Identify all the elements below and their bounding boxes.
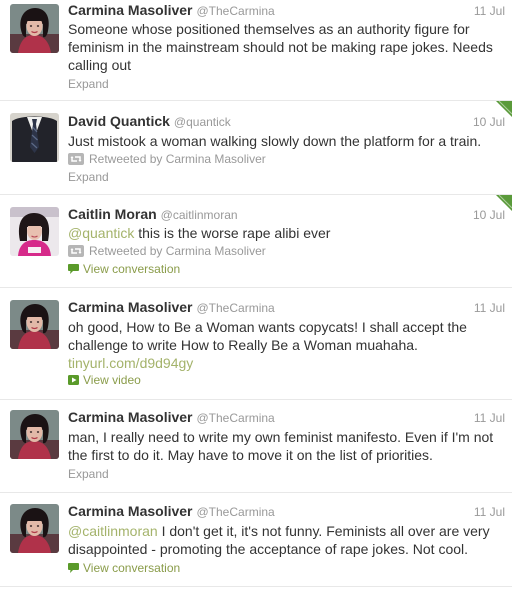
tweet-text: oh good, How to Be a Woman wants copycat… bbox=[68, 318, 494, 372]
view-conversation-label[interactable]: View conversation bbox=[83, 561, 180, 575]
author-handle[interactable]: @TheCarmina bbox=[197, 4, 275, 18]
retweet-icon bbox=[68, 245, 84, 257]
tweet-text-body: oh good, How to Be a Woman wants copycat… bbox=[68, 319, 467, 353]
tweet-text: @quantick this is the worse rape alibi e… bbox=[68, 224, 494, 242]
tweet-header: David Quantick @quantick bbox=[68, 113, 512, 131]
author-name[interactable]: Carmina Masoliver bbox=[68, 2, 193, 18]
author-name[interactable]: Caitlin Moran bbox=[68, 206, 157, 222]
view-conversation-label[interactable]: View conversation bbox=[83, 262, 180, 276]
mention-link[interactable]: @caitlinmoran bbox=[68, 523, 158, 539]
url-link[interactable]: tinyurl.com/d9d94gy bbox=[68, 355, 193, 371]
author-handle[interactable]: @TheCarmina bbox=[197, 411, 275, 425]
retweet-icon bbox=[68, 153, 84, 165]
tweet-header: Caitlin Moran @caitlinmoran bbox=[68, 206, 512, 224]
expand-link[interactable]: Expand bbox=[68, 169, 109, 185]
expand-link[interactable]: Expand bbox=[68, 466, 109, 482]
tweet-text: Just mistook a woman walking slowly down… bbox=[68, 133, 482, 149]
speech-bubble-icon bbox=[68, 264, 79, 274]
tweet-header: Carmina Masoliver @TheCarmina bbox=[68, 503, 512, 521]
tweet-item[interactable]: Carmina Masoliver @TheCarmina 11 Jul oh g… bbox=[0, 288, 512, 400]
tweet-timestamp[interactable]: 10 Jul bbox=[473, 208, 505, 222]
tweet-text: @caitlinmoran I don't get it, it's not f… bbox=[68, 522, 494, 558]
view-video-link[interactable]: View video bbox=[68, 372, 141, 388]
author-name[interactable]: Carmina Masoliver bbox=[68, 503, 193, 519]
tweet-item[interactable]: Carmina Masoliver @TheCarmina 11 Jul Some… bbox=[0, 0, 512, 101]
tweet-timestamp[interactable]: 11 Jul bbox=[474, 505, 505, 519]
author-name[interactable]: Carmina Masoliver bbox=[68, 409, 193, 425]
retweeted-by: Retweeted by Carmina Masoliver bbox=[68, 243, 266, 259]
avatar[interactable] bbox=[10, 4, 59, 53]
tweet-timestamp[interactable]: 11 Jul bbox=[474, 411, 505, 425]
retweeted-by-label[interactable]: Retweeted by Carmina Masoliver bbox=[89, 244, 266, 258]
tweet-header: Carmina Masoliver @TheCarmina bbox=[68, 299, 512, 317]
tweet-timeline: Carmina Masoliver @TheCarmina 11 Jul Some… bbox=[0, 0, 512, 597]
author-handle[interactable]: @quantick bbox=[174, 115, 231, 129]
tweet-text: Someone whose positioned themselves as a… bbox=[68, 21, 493, 73]
avatar[interactable] bbox=[10, 207, 59, 256]
mention-link[interactable]: @quantick bbox=[68, 225, 134, 241]
tweet-item[interactable]: Caitlin Moran @caitlinmoran 10 Jul @quant… bbox=[0, 195, 512, 288]
view-video-label[interactable]: View video bbox=[83, 373, 141, 387]
tweet-timestamp[interactable]: 11 Jul bbox=[474, 301, 505, 315]
view-conversation-link[interactable]: View conversation bbox=[68, 261, 180, 277]
retweeted-by-label[interactable]: Retweeted by Carmina Masoliver bbox=[89, 152, 266, 166]
tweet-timestamp[interactable]: 11 Jul bbox=[474, 4, 505, 18]
speech-bubble-icon bbox=[68, 563, 79, 573]
retweeted-by: Retweeted by Carmina Masoliver bbox=[68, 151, 266, 167]
tweet-timestamp[interactable]: 10 Jul bbox=[473, 115, 505, 129]
avatar[interactable] bbox=[10, 300, 59, 349]
expand-link[interactable]: Expand bbox=[68, 76, 109, 92]
tweet-header: Carmina Masoliver @TheCarmina bbox=[68, 409, 512, 427]
avatar[interactable] bbox=[10, 504, 59, 553]
author-handle[interactable]: @caitlinmoran bbox=[161, 208, 238, 222]
tweet-item[interactable]: Carmina Masoliver @TheCarmina 11 Jul @cai… bbox=[0, 493, 512, 587]
tweet-item[interactable]: Carmina Masoliver @TheCarmina 11 Jul man,… bbox=[0, 400, 512, 493]
author-name[interactable]: Carmina Masoliver bbox=[68, 299, 193, 315]
tweet-item[interactable]: David Quantick @quantick 10 Jul Just mist… bbox=[0, 101, 512, 195]
play-icon bbox=[68, 375, 79, 385]
author-handle[interactable]: @TheCarmina bbox=[197, 505, 275, 519]
avatar[interactable] bbox=[10, 410, 59, 459]
tweet-header: Carmina Masoliver @TheCarmina bbox=[68, 2, 512, 20]
author-name[interactable]: David Quantick bbox=[68, 113, 170, 129]
tweet-text-body: this is the worse rape alibi ever bbox=[134, 225, 331, 241]
author-handle[interactable]: @TheCarmina bbox=[197, 301, 275, 315]
avatar[interactable] bbox=[10, 113, 59, 162]
view-conversation-link[interactable]: View conversation bbox=[68, 560, 180, 576]
tweet-text: man, I really need to write my own femin… bbox=[68, 429, 494, 463]
